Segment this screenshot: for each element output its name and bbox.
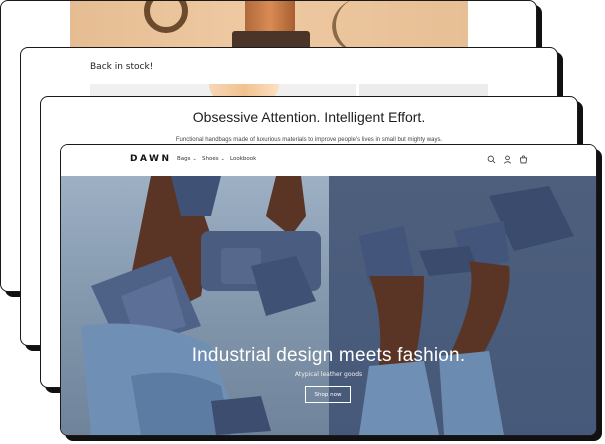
- search-icon[interactable]: [487, 155, 496, 164]
- store-logo[interactable]: DAWN: [130, 154, 172, 164]
- decor-vase: [245, 1, 295, 35]
- hero-banner: Industrial design meets fashion. Atypica…: [61, 176, 596, 435]
- hero-subtitle: Atypical leather goods: [294, 371, 363, 378]
- section-heading: Obsessive Attention. Intelligent Effort.: [192, 109, 426, 125]
- nav-item-lookbook[interactable]: Lookbook: [230, 156, 256, 162]
- back-in-stock-text: Back in stock!: [90, 62, 154, 72]
- hero-image-right: [329, 176, 596, 435]
- hero-title: Industrial design meets fashion.: [191, 345, 466, 366]
- nav-item-label: Lookbook: [230, 156, 257, 162]
- decor-ring: [144, 1, 188, 33]
- shop-now-button[interactable]: Shop now: [305, 386, 351, 403]
- nav-item-shoes[interactable]: Shoes ⌄: [202, 156, 225, 162]
- preview-hero-image: [70, 1, 468, 60]
- model-with-shoes-illustration: [359, 186, 574, 435]
- account-icon[interactable]: [503, 155, 512, 164]
- model-with-bags-illustration: [81, 176, 321, 435]
- nav-item-bags[interactable]: Bags ⌄: [177, 156, 197, 162]
- cart-icon[interactable]: [519, 155, 528, 164]
- nav-item-label: Shoes: [202, 156, 219, 162]
- store-header: DAWN Bags ⌄ Shoes ⌄ Lookbook: [61, 145, 596, 177]
- chevron-down-icon: ⌄: [192, 156, 197, 162]
- nav-item-label: Bags: [177, 156, 191, 162]
- section-subheading: Functional handbags made of luxurious ma…: [175, 137, 443, 143]
- chevron-down-icon: ⌄: [220, 156, 225, 162]
- theme-preview-card-front: DAWN Bags ⌄ Shoes ⌄ Lookbook Industrial …: [60, 144, 597, 436]
- hero-image-left: [61, 176, 329, 435]
